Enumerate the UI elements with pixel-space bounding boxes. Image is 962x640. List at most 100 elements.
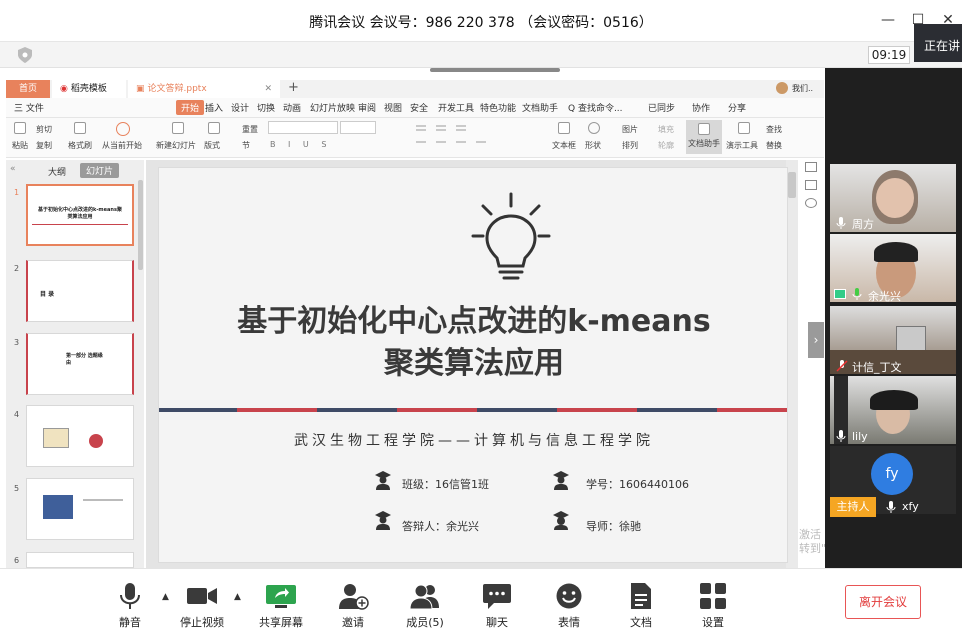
- share-button[interactable]: 分享: [728, 101, 746, 114]
- from-current-button[interactable]: 从当前开始: [102, 140, 142, 151]
- menu-review[interactable]: 审阅: [358, 101, 376, 114]
- shape-icon[interactable]: [588, 122, 600, 134]
- meeting-info-bar: [0, 42, 962, 68]
- user-avatar[interactable]: [776, 82, 788, 94]
- layout-icon[interactable]: [208, 122, 220, 134]
- font-format-buttons[interactable]: B I U S: [270, 140, 331, 149]
- new-slide-button[interactable]: 新建幻灯片: [156, 140, 196, 151]
- current-slide[interactable]: 基于初始化中心点改进的k-means 聚类算法应用 武汉生物工程学院——计算机与…: [158, 167, 788, 563]
- menu-slideshow[interactable]: 幻灯片放映: [310, 101, 355, 114]
- side-tools[interactable]: [801, 160, 821, 220]
- tab-outline[interactable]: 大纲: [48, 165, 66, 178]
- share-screen-label: 共享屏幕: [259, 616, 303, 629]
- font-family-select[interactable]: [268, 121, 338, 134]
- menu-security[interactable]: 安全: [410, 101, 428, 114]
- font-size-select[interactable]: [340, 121, 376, 134]
- slide-thumbnail[interactable]: 第一部分 选题缘由: [26, 333, 134, 395]
- menu-features[interactable]: 特色功能: [480, 101, 516, 114]
- paste-button[interactable]: 粘贴: [12, 140, 28, 151]
- textbox-icon[interactable]: [558, 122, 570, 134]
- format-painter-button[interactable]: 格式刷: [68, 140, 92, 151]
- tab-pptx[interactable]: ▣ 论文答辩.pptx ✕: [128, 80, 280, 98]
- leave-meeting-button[interactable]: 离开会议: [845, 585, 921, 619]
- picture-button[interactable]: 图片: [622, 124, 638, 135]
- share-screen-button[interactable]: 共享屏幕: [249, 578, 313, 634]
- copy-button[interactable]: 复制: [36, 140, 52, 151]
- thumbnail-number: 6: [14, 556, 20, 565]
- screen-share-icon: [834, 289, 846, 299]
- menu-devtools[interactable]: 开发工具: [438, 101, 474, 114]
- minimize-icon[interactable]: —: [880, 12, 896, 28]
- mic-icon: [852, 288, 862, 300]
- activation-watermark: 激活 转到": [799, 528, 827, 555]
- format-painter-icon[interactable]: [74, 122, 86, 134]
- collapse-icon[interactable]: «: [10, 164, 16, 174]
- participant-video[interactable]: [830, 376, 956, 444]
- arrange-button[interactable]: 排列: [622, 140, 638, 151]
- tab-docer-label: 稻壳模板: [70, 84, 107, 94]
- chevron-right-icon[interactable]: ›: [808, 322, 824, 358]
- find-button[interactable]: 查找: [766, 124, 782, 135]
- thumbnail-title: 第一部分 选题缘由: [66, 353, 103, 366]
- fill-button[interactable]: 填充: [658, 124, 674, 135]
- paste-icon[interactable]: [14, 122, 26, 134]
- textbox-button[interactable]: 文本框: [552, 140, 576, 151]
- slide-thumbnail[interactable]: 基于初始化中心点改进的k-means聚类算法应用: [26, 184, 134, 246]
- menu-design[interactable]: 设计: [231, 101, 249, 114]
- participant-name: lily: [852, 430, 868, 443]
- reset-button[interactable]: 重置: [242, 124, 258, 135]
- collaborate-button[interactable]: 协作: [692, 101, 710, 114]
- slide-thumbnail[interactable]: [26, 552, 134, 568]
- settings-button[interactable]: 设置: [681, 578, 745, 634]
- thumbnail-title: 目 录: [40, 291, 55, 298]
- slide-subtitle: 武汉生物工程学院——计算机与信息工程学院: [294, 433, 654, 449]
- members-button[interactable]: 成员(5): [393, 578, 457, 634]
- mic-icon: [836, 430, 846, 442]
- doc-assist-button[interactable]: 文档助手: [686, 120, 722, 154]
- menu-doc-assist[interactable]: 文档助手: [522, 101, 558, 114]
- slide-thumbnail[interactable]: [26, 405, 134, 467]
- thumbnail-scrollbar[interactable]: [138, 180, 143, 270]
- add-tab-button[interactable]: +: [288, 80, 299, 95]
- tab-docer[interactable]: ◉ 稻壳模板: [52, 80, 126, 98]
- shield-icon[interactable]: [16, 46, 34, 64]
- sync-status[interactable]: 已同步: [648, 101, 675, 114]
- chat-button[interactable]: 聊天: [465, 578, 529, 634]
- slide-thumbnail[interactable]: [26, 478, 134, 540]
- tab-home[interactable]: 首页: [6, 80, 50, 98]
- menu-home[interactable]: 开始: [176, 100, 205, 115]
- menu-transition[interactable]: 切换: [257, 101, 275, 114]
- student-icon: [375, 511, 391, 530]
- slide-thumbnail[interactable]: 目 录: [26, 260, 134, 322]
- new-slide-icon[interactable]: [172, 122, 184, 134]
- menu-file[interactable]: 三 文件: [14, 101, 44, 114]
- docs-button[interactable]: 文档: [609, 578, 673, 634]
- present-tools-button[interactable]: 演示工具: [726, 140, 758, 151]
- menu-animation[interactable]: 动画: [283, 101, 301, 114]
- student-icon: [553, 471, 569, 490]
- tab-slides[interactable]: 幻灯片: [80, 163, 120, 178]
- layout-button[interactable]: 版式: [204, 140, 220, 151]
- command-search[interactable]: Q 查找命令...: [568, 101, 623, 114]
- stop-video-button[interactable]: 停止视频: [170, 578, 234, 634]
- play-icon[interactable]: [116, 122, 130, 136]
- replace-button[interactable]: 替换: [766, 140, 782, 151]
- outline-button[interactable]: 轮廓: [658, 140, 674, 151]
- share-handle[interactable]: [430, 68, 560, 72]
- menu-view[interactable]: 视图: [384, 101, 402, 114]
- slide-title-line1: 基于初始化中心点改进的k-means: [237, 304, 711, 339]
- mute-button[interactable]: 静音: [98, 578, 162, 634]
- mic-options-caret[interactable]: ▲: [162, 592, 169, 602]
- reaction-button[interactable]: 表情: [537, 578, 601, 634]
- cut-button[interactable]: 剪切: [36, 124, 52, 135]
- menu-insert[interactable]: 插入: [205, 101, 223, 114]
- section-button[interactable]: 节: [242, 140, 250, 151]
- shape-button[interactable]: 形状: [585, 140, 601, 151]
- present-tools-icon[interactable]: [738, 122, 750, 134]
- video-options-caret[interactable]: ▲: [234, 592, 241, 602]
- paragraph-tools[interactable]: [414, 122, 542, 150]
- mute-label: 静音: [119, 616, 141, 629]
- docs-label: 文档: [630, 616, 652, 629]
- invite-button[interactable]: 邀请: [321, 578, 385, 634]
- share-screen-icon: [266, 585, 296, 608]
